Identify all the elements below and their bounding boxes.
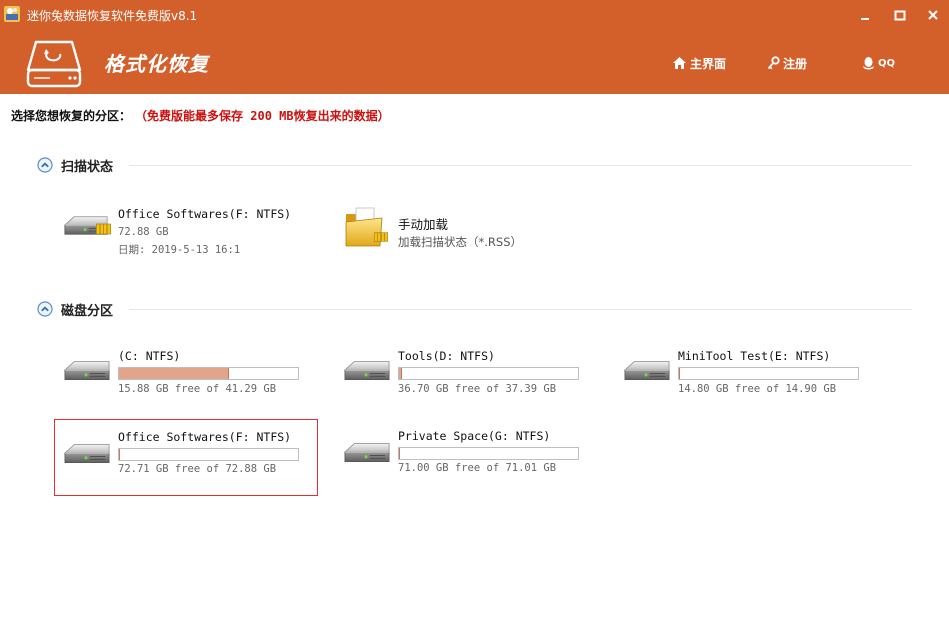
close-button[interactable]	[921, 4, 945, 26]
disk-partitions-label: 磁盘分区	[61, 303, 114, 319]
partition-usage-bar	[678, 367, 859, 380]
partition-c[interactable]: (C: NTFS) 15.88 GB free of 41.29 GB	[55, 340, 317, 402]
last-scan-partition-name: Office Softwares(F: NTFS)	[118, 207, 292, 221]
partition-e[interactable]: MiniTool Test(E: NTFS) 14.80 GB free of …	[615, 340, 877, 402]
partition-usage-bar	[398, 447, 579, 460]
partition-f[interactable]: Office Softwares(F: NTFS) 72.71 GB free …	[54, 419, 318, 496]
key-icon	[767, 56, 780, 70]
partition-usage-bar	[118, 367, 299, 380]
hard-drive-icon	[623, 356, 671, 390]
disk-partitions-section-header: 磁盘分区	[37, 300, 912, 319]
partition-name: (C: NTFS)	[118, 349, 181, 363]
manual-load-scan-state[interactable]: 手动加载 加载扫描状态（*.RSS）	[340, 200, 540, 260]
nav-register-label: 注册	[783, 56, 808, 71]
partition-free-space: 15.88 GB free of 41.29 GB	[118, 383, 277, 395]
window-title: 迷你兔数据恢复软件免费版v8.1	[27, 9, 198, 23]
last-scan-size: 72.88 GB	[118, 226, 169, 238]
hard-drive-icon	[343, 356, 391, 390]
partition-usage-fill	[119, 449, 121, 460]
qq-penguin-icon	[862, 56, 875, 70]
hard-drive-icon	[63, 356, 111, 390]
last-scan-date: 日期: 2019-5-13 16:1	[118, 244, 241, 256]
recovery-drive-logo-icon	[26, 40, 82, 88]
nav-qq[interactable]: QQ	[862, 54, 895, 72]
partition-usage-fill	[119, 368, 230, 379]
manual-load-title: 手动加载	[398, 217, 449, 232]
app-header: 迷你兔数据恢复软件免费版v8.1 格式化恢复 主界面 注册 QQ	[0, 0, 949, 94]
partition-free-space: 72.71 GB free of 72.88 GB	[118, 463, 277, 475]
partition-name: Private Space(G: NTFS)	[398, 429, 551, 443]
folder-icon	[344, 206, 392, 254]
partition-name: Tools(D: NTFS)	[398, 349, 495, 363]
nav-home[interactable]: 主界面	[672, 54, 726, 72]
partition-free-space: 36.70 GB free of 37.39 GB	[398, 383, 557, 395]
collapse-scan-status-chevron-up-icon[interactable]	[37, 157, 53, 173]
instruction-label: 选择您想恢复的分区：	[11, 109, 132, 123]
home-icon	[672, 56, 687, 70]
module-title: 格式化恢复	[104, 52, 209, 76]
partition-free-space: 14.80 GB free of 14.90 GB	[678, 383, 837, 395]
partition-usage-fill	[679, 368, 681, 379]
partition-name: Office Softwares(F: NTFS)	[118, 430, 292, 444]
scan-status-section-header: 扫描状态	[37, 156, 912, 175]
nav-home-label: 主界面	[690, 56, 727, 71]
last-scan-result[interactable]: Office Softwares(F: NTFS) 72.88 GB 日期: 2…	[55, 200, 295, 260]
collapse-disk-partitions-chevron-up-icon[interactable]	[37, 301, 53, 317]
partition-usage-bar	[398, 367, 579, 380]
app-logo-icon	[3, 5, 21, 23]
hard-drive-icon	[63, 210, 113, 246]
nav-qq-label: QQ	[878, 57, 896, 69]
divider	[129, 164, 912, 166]
partition-name: MiniTool Test(E: NTFS)	[678, 349, 831, 363]
hard-drive-icon	[63, 439, 111, 473]
hard-drive-icon	[343, 438, 391, 472]
partition-instruction: 选择您想恢复的分区： （免费版能最多保存 200 MB恢复出来的数据）	[11, 107, 390, 124]
minimize-button[interactable]	[853, 4, 877, 26]
scan-status-label: 扫描状态	[61, 159, 114, 175]
free-version-note: （免费版能最多保存 200 MB恢复出来的数据）	[141, 109, 390, 123]
partition-usage-fill	[399, 448, 401, 459]
partition-g[interactable]: Private Space(G: NTFS) 71.00 GB free of …	[335, 420, 597, 482]
nav-register[interactable]: 注册	[767, 54, 807, 72]
maximize-button[interactable]	[888, 4, 912, 26]
divider	[129, 308, 912, 310]
partition-usage-fill	[399, 368, 403, 379]
partition-free-space: 71.00 GB free of 71.01 GB	[398, 462, 557, 474]
partition-d[interactable]: Tools(D: NTFS) 36.70 GB free of 37.39 GB	[335, 340, 597, 402]
partition-usage-bar	[118, 448, 299, 461]
manual-load-subtitle: 加载扫描状态（*.RSS）	[398, 235, 522, 249]
